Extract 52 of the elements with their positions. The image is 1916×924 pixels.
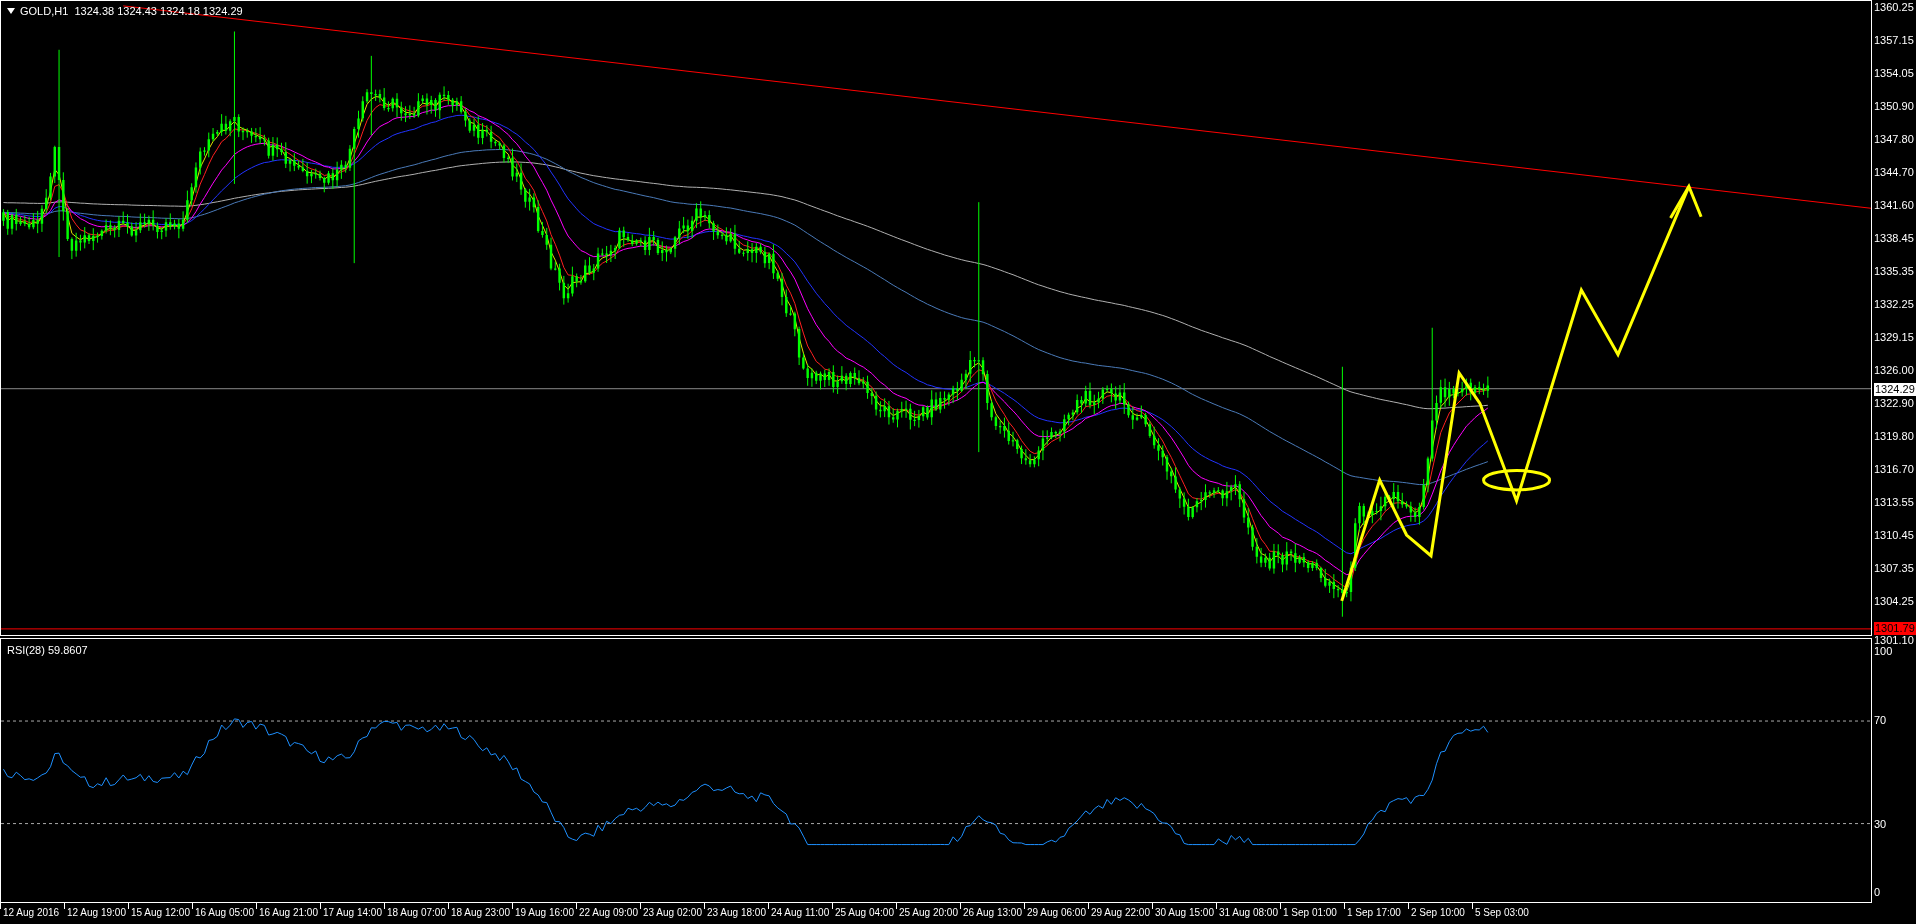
time-axis-label: 23 Aug 02:00	[643, 907, 702, 919]
time-axis-label: 15 Aug 12:00	[131, 907, 190, 919]
time-axis-label: 18 Aug 23:00	[451, 907, 510, 919]
rsi-label: RSI(28) 59.8607	[7, 643, 88, 658]
time-axis-label: 25 Aug 20:00	[899, 907, 958, 919]
price-axis-label: 1332.25	[1874, 298, 1914, 311]
support-price-tag: 1301.79	[1874, 622, 1916, 635]
rsi-axis-label: 30	[1874, 818, 1887, 831]
time-axis-label: 16 Aug 21:00	[259, 907, 318, 919]
price-axis-label: 1350.90	[1874, 100, 1914, 113]
price-axis-label: 1322.90	[1874, 397, 1914, 410]
time-axis-label: 1 Sep 17:00	[1347, 907, 1401, 919]
time-axis-label: 18 Aug 07:00	[387, 907, 446, 919]
rsi-axis-label: 0	[1874, 886, 1881, 899]
price-axis-label: 1307.35	[1874, 562, 1914, 575]
price-axis-label: 1329.15	[1874, 331, 1914, 344]
time-axis-label: 24 Aug 11:00	[771, 907, 830, 919]
time-axis-label: 25 Aug 04:00	[835, 907, 894, 919]
time-axis-label: 29 Aug 06:00	[1027, 907, 1086, 919]
price-axis-label: 1360.25	[1874, 1, 1914, 14]
time-axis-label: 22 Aug 09:00	[579, 907, 638, 919]
price-axis-label: 1344.70	[1874, 166, 1914, 179]
price-axis-label: 1316.70	[1874, 463, 1914, 476]
time-axis-label: 29 Aug 22:00	[1091, 907, 1150, 919]
current-price-tag: 1324.29	[1874, 383, 1916, 396]
price-axis-label: 1335.35	[1874, 265, 1914, 278]
price-axis-label: 1354.05	[1874, 67, 1914, 80]
time-axis-label: 1 Sep 01:00	[1283, 907, 1337, 919]
time-axis-label: 5 Sep 03:00	[1475, 907, 1529, 919]
time-axis-label: 12 Aug 19:00	[67, 907, 126, 919]
price-axis-label: 1326.00	[1874, 364, 1914, 377]
time-axis-label: 31 Aug 08:00	[1219, 907, 1278, 919]
price-axis-label: 1313.55	[1874, 496, 1914, 509]
price-axis-label: 1304.25	[1874, 595, 1914, 608]
price-axis-label: 1338.45	[1874, 232, 1914, 245]
dropdown-icon[interactable]	[7, 8, 15, 15]
price-axis-label: 1357.15	[1874, 34, 1914, 47]
time-axis-label: 12 Aug 2016	[3, 907, 60, 919]
time-axis-label: 26 Aug 13:00	[963, 907, 1022, 919]
rsi-axis-label: 70	[1874, 714, 1887, 727]
time-axis-label: 16 Aug 05:00	[195, 907, 254, 919]
price-axis-label: 1319.80	[1874, 430, 1914, 443]
time-axis-label: 30 Aug 15:00	[1155, 907, 1214, 919]
price-axis-label: 1301.10	[1874, 634, 1914, 647]
time-axis-label: 17 Aug 14:00	[323, 907, 382, 919]
time-axis-label: 2 Sep 10:00	[1411, 907, 1465, 919]
rsi-axis-label: 100	[1874, 645, 1893, 658]
price-axis-label: 1347.80	[1874, 133, 1914, 146]
price-axis-label: 1341.60	[1874, 199, 1914, 212]
time-axis-label: 23 Aug 18:00	[707, 907, 766, 919]
price-axis-label: 1310.45	[1874, 529, 1914, 542]
time-axis-label: 19 Aug 16:00	[515, 907, 574, 919]
